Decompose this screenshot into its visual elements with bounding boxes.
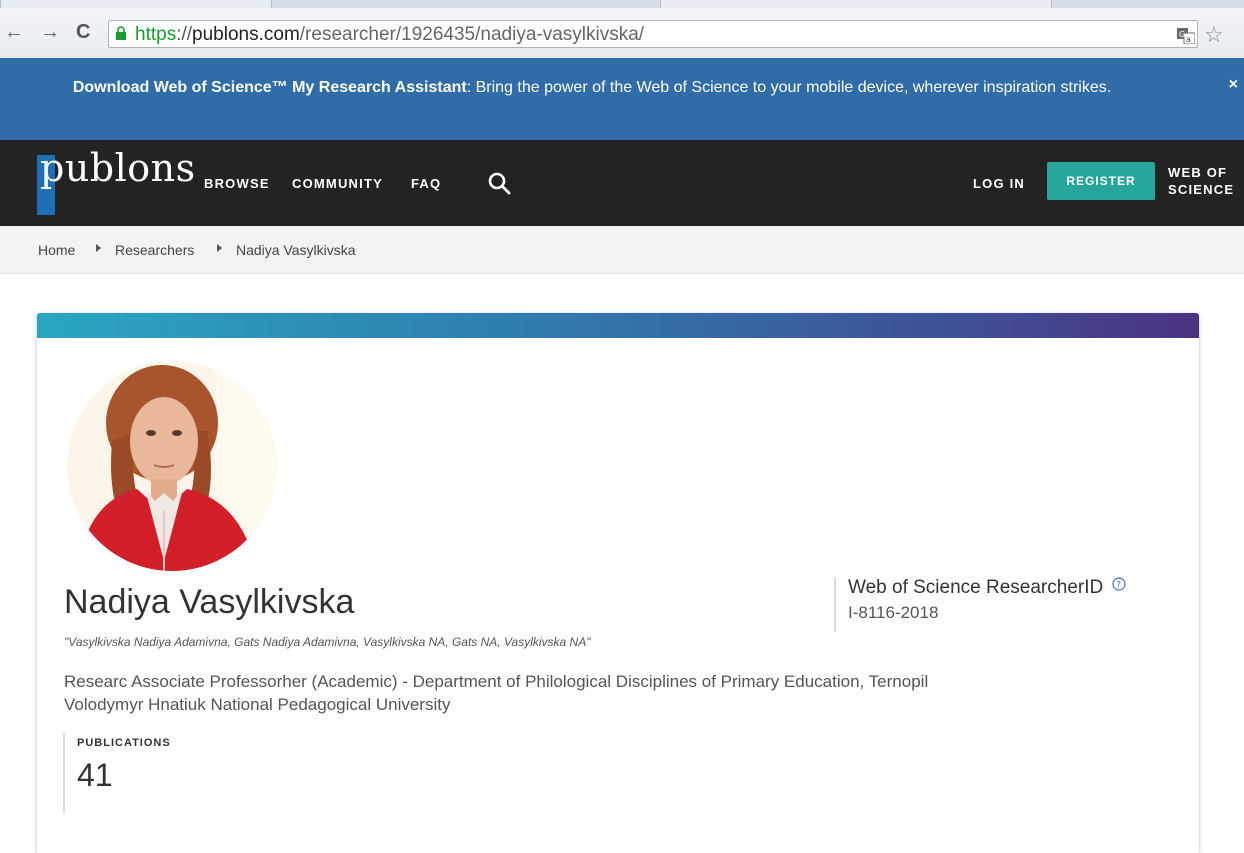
publications-label: PUBLICATIONS bbox=[77, 737, 171, 749]
site-header: publons BROWSE COMMUNITY FAQ LOG IN REGI… bbox=[0, 140, 1244, 226]
forward-arrow-icon[interactable]: → bbox=[40, 22, 60, 42]
wos-line2: SCIENCE bbox=[1168, 182, 1235, 197]
web-of-science-link[interactable]: WEB OF SCIENCE bbox=[1168, 164, 1234, 198]
translate-icon[interactable]: G a bbox=[1177, 28, 1195, 44]
address-bar[interactable]: https://publons.com/researcher/1926435/n… bbox=[108, 20, 1198, 48]
svg-text:G: G bbox=[1179, 30, 1185, 39]
tab-strip bbox=[0, 0, 1244, 8]
publications-metric[interactable]: PUBLICATIONS 41 bbox=[63, 733, 171, 813]
help-icon[interactable]: ? bbox=[1111, 577, 1126, 591]
register-button[interactable]: REGISTER bbox=[1047, 162, 1155, 200]
breadcrumb-home[interactable]: Home bbox=[38, 242, 75, 258]
svg-text:?: ? bbox=[1116, 581, 1121, 591]
search-icon[interactable] bbox=[487, 171, 511, 195]
researcher-aliases: "Vasylkivska Nadiya Adamivna, Gats Nadiy… bbox=[64, 635, 591, 649]
browser-tab[interactable] bbox=[660, 0, 1052, 8]
breadcrumb-current: Nadiya Vasylkivska bbox=[236, 242, 356, 258]
nav-faq[interactable]: FAQ bbox=[411, 176, 441, 191]
reload-icon[interactable]: C bbox=[76, 22, 90, 42]
researcher-id-value: I-8116-2018 bbox=[848, 603, 939, 622]
wos-line1: WEB OF bbox=[1168, 165, 1228, 180]
nav-browse[interactable]: BROWSE bbox=[204, 176, 270, 191]
researcher-id-label: Web of Science ResearcherID ? bbox=[848, 577, 1126, 599]
lock-icon bbox=[116, 26, 126, 40]
researcher-id-block: Web of Science ResearcherID ? I-8116-201… bbox=[834, 577, 1126, 632]
login-link[interactable]: LOG IN bbox=[973, 176, 1025, 191]
breadcrumb: Home Researchers Nadiya Vasylkivska bbox=[0, 226, 1244, 274]
researcher-name: Nadiya Vasylkivska bbox=[64, 583, 355, 621]
star-icon[interactable]: ☆ bbox=[1204, 24, 1224, 46]
browser-tab[interactable] bbox=[0, 0, 272, 8]
researcher-affiliation: Researc Associate Professorher (Academic… bbox=[64, 672, 929, 714]
banner-text: Download Web of Science™ My Research Ass… bbox=[72, 79, 1112, 96]
browser-toolbar: ← → C https://publons.com/researcher/192… bbox=[0, 8, 1244, 59]
breadcrumb-separator-icon bbox=[96, 244, 101, 252]
publons-logo[interactable]: publons bbox=[40, 146, 196, 190]
svg-text:a: a bbox=[1186, 35, 1191, 44]
back-arrow-icon[interactable]: ← bbox=[4, 22, 24, 42]
breadcrumb-researchers[interactable]: Researchers bbox=[115, 242, 194, 258]
profile-card: Nadiya Vasylkivska "Vasylkivska Nadiya A… bbox=[37, 313, 1199, 853]
close-icon[interactable]: × bbox=[1229, 76, 1238, 94]
card-gradient-strip bbox=[37, 313, 1199, 338]
breadcrumb-separator-icon bbox=[217, 244, 222, 252]
nav-community[interactable]: COMMUNITY bbox=[292, 176, 383, 191]
app-download-banner: Download Web of Science™ My Research Ass… bbox=[0, 58, 1244, 140]
avatar bbox=[67, 361, 277, 571]
url-text: https://publons.com/researcher/1926435/n… bbox=[135, 24, 645, 45]
researcher-id-label-text: Web of Science ResearcherID bbox=[848, 577, 1104, 598]
publications-count: 41 bbox=[77, 757, 113, 793]
